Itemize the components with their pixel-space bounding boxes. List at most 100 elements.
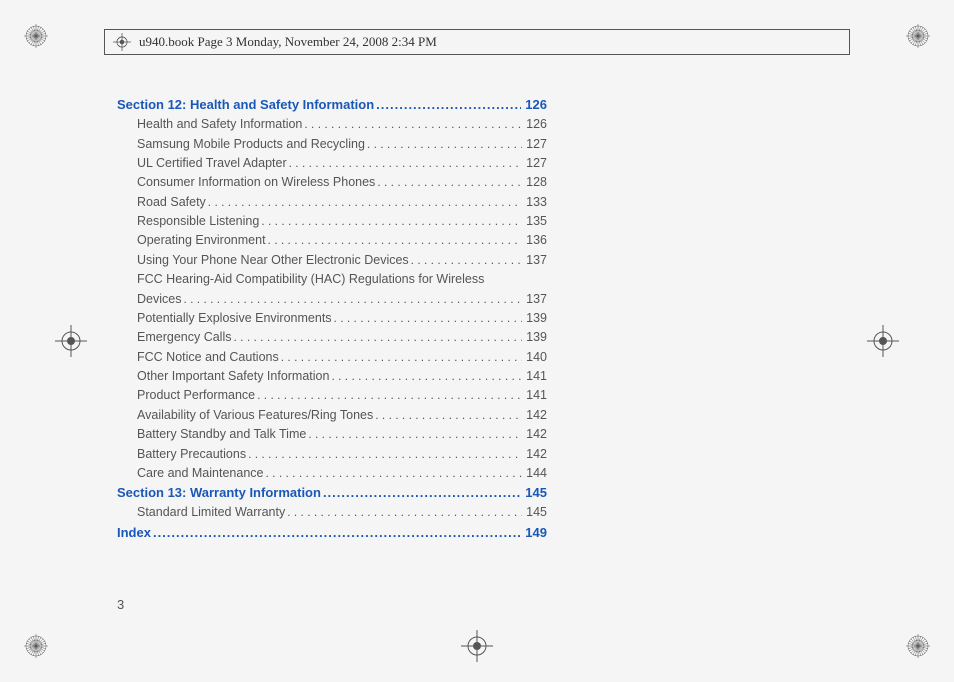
- toc-leader: [287, 503, 522, 522]
- table-of-contents: Section 12: Health and Safety Informatio…: [117, 95, 547, 543]
- registration-mark-icon: [113, 33, 131, 51]
- toc-leader: [153, 523, 521, 543]
- crop-mark-icon: [906, 24, 930, 48]
- toc-entry: UL Certified Travel Adapter 127: [117, 154, 547, 173]
- toc-entry: Potentially Explosive Environments 139: [117, 309, 547, 328]
- toc-label: Samsung Mobile Products and Recycling: [137, 135, 365, 154]
- toc-leader: [233, 328, 522, 347]
- toc-page: 126: [523, 95, 547, 115]
- toc-label: Index: [117, 523, 151, 543]
- crop-mark-icon: [906, 634, 930, 658]
- toc-page: 137: [524, 251, 547, 270]
- toc-label: Section 13: Warranty Information: [117, 483, 321, 503]
- toc-section: Index 149: [117, 523, 547, 543]
- toc-leader: [377, 173, 522, 192]
- toc-leader: [323, 483, 521, 503]
- toc-label: Road Safety: [137, 193, 206, 212]
- toc-leader: [208, 193, 522, 212]
- toc-page: 142: [524, 445, 547, 464]
- toc-entry: Road Safety 133: [117, 193, 547, 212]
- registration-mark-icon: [461, 630, 493, 662]
- toc-page: 144: [524, 464, 547, 483]
- toc-label: Section 12: Health and Safety Informatio…: [117, 95, 374, 115]
- toc-page: 139: [524, 309, 547, 328]
- toc-entry: Product Performance 141: [117, 386, 547, 405]
- toc-page: 149: [523, 523, 547, 543]
- toc-label: Using Your Phone Near Other Electronic D…: [137, 251, 409, 270]
- toc-entry: Health and Safety Information 126: [117, 115, 547, 134]
- toc-entry: FCC Hearing-Aid Compatibility (HAC) Regu…: [117, 270, 547, 309]
- toc-label: Standard Limited Warranty: [137, 503, 285, 522]
- toc-section: Section 12: Health and Safety Informatio…: [117, 95, 547, 115]
- registration-mark-icon: [867, 325, 899, 357]
- toc-entry: FCC Notice and Cautions 140: [117, 348, 547, 367]
- toc-label: Devices: [137, 290, 181, 309]
- toc-section: Section 13: Warranty Information 145: [117, 483, 547, 503]
- toc-leader: [304, 115, 522, 134]
- toc-page: 137: [524, 290, 547, 309]
- page-header: u940.book Page 3 Monday, November 24, 20…: [104, 29, 850, 55]
- toc-label: Care and Maintenance: [137, 464, 263, 483]
- toc-label: Potentially Explosive Environments: [137, 309, 332, 328]
- toc-leader: [308, 425, 522, 444]
- toc-leader: [281, 348, 522, 367]
- toc-label: Battery Standby and Talk Time: [137, 425, 306, 444]
- toc-leader: [257, 386, 522, 405]
- toc-page: 133: [524, 193, 547, 212]
- toc-entry: Battery Precautions 142: [117, 445, 547, 464]
- toc-entry: Battery Standby and Talk Time 142: [117, 425, 547, 444]
- toc-leader: [265, 464, 522, 483]
- toc-page: 126: [524, 115, 547, 134]
- toc-leader: [289, 154, 523, 173]
- toc-page: 135: [524, 212, 547, 231]
- toc-label: Operating Environment: [137, 231, 266, 250]
- toc-page: 141: [524, 367, 547, 386]
- toc-leader: [261, 212, 522, 231]
- toc-entry: Using Your Phone Near Other Electronic D…: [117, 251, 547, 270]
- toc-leader: [334, 309, 523, 328]
- toc-leader: [367, 135, 522, 154]
- toc-entry: Operating Environment 136: [117, 231, 547, 250]
- page-number: 3: [117, 597, 124, 612]
- toc-leader: [248, 445, 522, 464]
- toc-entry: Standard Limited Warranty 145: [117, 503, 547, 522]
- toc-label: Availability of Various Features/Ring To…: [137, 406, 373, 425]
- toc-entry: Samsung Mobile Products and Recycling 12…: [117, 135, 547, 154]
- toc-page: 136: [524, 231, 547, 250]
- toc-leader: [375, 406, 522, 425]
- toc-page: 145: [523, 483, 547, 503]
- toc-label: Product Performance: [137, 386, 255, 405]
- toc-page: 139: [524, 328, 547, 347]
- toc-leader: [411, 251, 522, 270]
- toc-label: Emergency Calls: [137, 328, 231, 347]
- toc-label: Health and Safety Information: [137, 115, 302, 134]
- toc-label: FCC Notice and Cautions: [137, 348, 279, 367]
- crop-mark-icon: [24, 634, 48, 658]
- toc-label: UL Certified Travel Adapter: [137, 154, 287, 173]
- toc-page: 145: [524, 503, 547, 522]
- toc-entry: Emergency Calls 139: [117, 328, 547, 347]
- toc-entry: Responsible Listening 135: [117, 212, 547, 231]
- toc-label: Other Important Safety Information: [137, 367, 329, 386]
- toc-page: 142: [524, 406, 547, 425]
- toc-leader: [376, 95, 521, 115]
- toc-label: Battery Precautions: [137, 445, 246, 464]
- toc-leader: [183, 290, 522, 309]
- toc-entry: Consumer Information on Wireless Phones …: [117, 173, 547, 192]
- toc-page: 140: [524, 348, 547, 367]
- toc-entry: Other Important Safety Information 141: [117, 367, 547, 386]
- header-text: u940.book Page 3 Monday, November 24, 20…: [139, 34, 437, 50]
- toc-page: 142: [524, 425, 547, 444]
- toc-page: 141: [524, 386, 547, 405]
- toc-page: 128: [524, 173, 547, 192]
- toc-leader: [268, 231, 523, 250]
- registration-mark-icon: [55, 325, 87, 357]
- toc-entry: Availability of Various Features/Ring To…: [117, 406, 547, 425]
- crop-mark-icon: [24, 24, 48, 48]
- toc-page: 127: [524, 135, 547, 154]
- toc-label: Responsible Listening: [137, 212, 259, 231]
- toc-page: 127: [524, 154, 547, 173]
- toc-leader: [331, 367, 522, 386]
- toc-label: Consumer Information on Wireless Phones: [137, 173, 375, 192]
- toc-label: FCC Hearing-Aid Compatibility (HAC) Regu…: [137, 270, 547, 289]
